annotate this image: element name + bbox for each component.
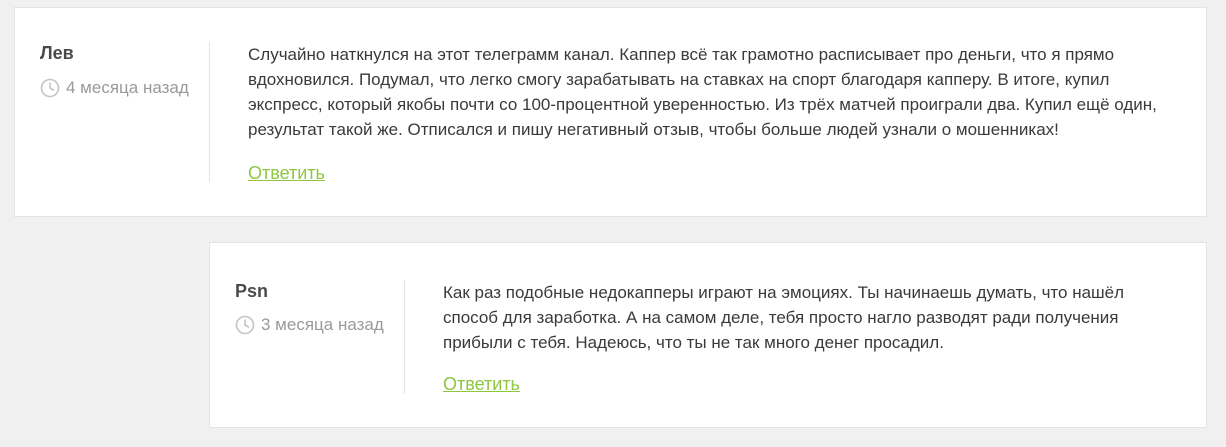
comment-card: Лев 4 месяца назад Случайно наткнулся на… [14, 7, 1207, 217]
comment-meta: Psn 3 месяца назад [235, 243, 405, 427]
comment-divider [404, 280, 405, 394]
reply-link[interactable]: Ответить [443, 374, 520, 395]
clock-icon [40, 78, 60, 98]
comment-date: 3 месяца назад [235, 315, 384, 335]
comment-date-text: 3 месяца назад [261, 315, 384, 334]
reply-link[interactable]: Ответить [248, 163, 325, 184]
comment-text: Случайно наткнулся на этот телеграмм кан… [248, 45, 1157, 139]
comment-author: Лев [40, 43, 74, 63]
clock-icon [235, 315, 255, 335]
comment-divider [209, 42, 210, 182]
comment-date-text: 4 месяца назад [66, 78, 189, 97]
comment-author: Psn [235, 281, 269, 301]
comment-text: Как раз подобные недокапперы играют на э… [443, 283, 1125, 352]
comment-meta: Лев 4 месяца назад [40, 8, 210, 216]
comment-date: 4 месяца назад [40, 78, 189, 98]
reply-comment-card: Psn 3 месяца назад Как раз подобные недо… [209, 242, 1207, 428]
